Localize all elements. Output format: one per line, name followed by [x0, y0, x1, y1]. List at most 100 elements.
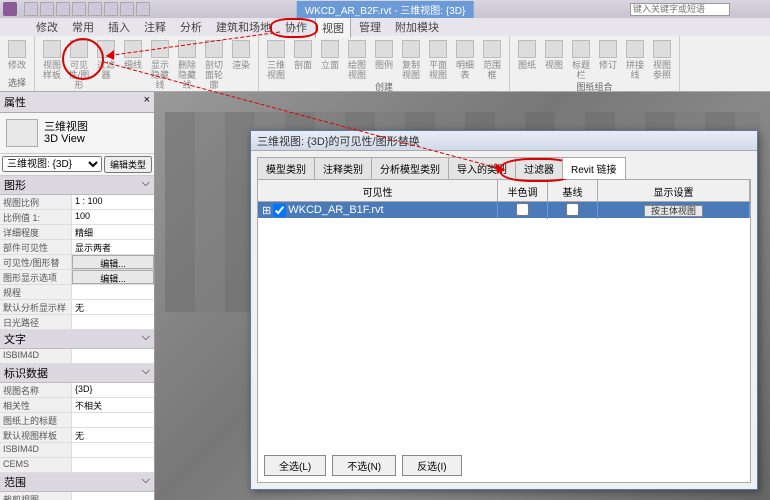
tab-建筑和场地[interactable]: 建筑和场地	[210, 17, 277, 37]
prop-row[interactable]: 裁剪视图	[0, 492, 154, 500]
ribbon-视图参照[interactable]: 视图参照	[649, 38, 675, 80]
dlg-tab-0[interactable]: 模型类别	[257, 157, 315, 179]
ribbon-group-title: 选择	[4, 76, 30, 89]
prop-row[interactable]: 比例值 1:100	[0, 210, 154, 225]
dlg-tab-3[interactable]: 导入的类别	[448, 157, 516, 179]
prop-row[interactable]: CEMS	[0, 458, 154, 473]
prop-row[interactable]: 默认分析显示样式无	[0, 300, 154, 315]
ribbon-标题栏[interactable]: 标题栏	[568, 38, 594, 80]
ribbon-图纸[interactable]: 图纸	[514, 38, 540, 80]
tab-附加模块[interactable]: 附加模块	[389, 17, 445, 37]
prop-row[interactable]: 可见性/图形替换编辑...	[0, 255, 154, 270]
tab-常用[interactable]: 常用	[66, 17, 100, 37]
dlg-tab-5[interactable]: Revit 链接	[562, 157, 626, 179]
prop-row[interactable]: 默认视图样板无	[0, 428, 154, 443]
ribbon-绘图视图[interactable]: 绘图视图	[344, 38, 370, 80]
ribbon-立面[interactable]: 立面	[317, 38, 343, 80]
qat-btn[interactable]	[40, 2, 54, 16]
ribbon-可见性/图形[interactable]: 可见性/图形	[66, 38, 92, 90]
prop-row[interactable]: 相关性不相关	[0, 398, 154, 413]
prop-row[interactable]: 图形显示选项编辑...	[0, 270, 154, 285]
window-title: WKCD_AR_B2F.rvt - 三维视图: {3D}	[297, 1, 474, 18]
view-sub-label: 3D View	[44, 133, 88, 145]
ribbon-剖面[interactable]: 剖面	[290, 38, 316, 80]
display-settings-button[interactable]: 按主体视图	[644, 205, 703, 217]
dialog-title: 三维视图: {3D}的可见性/图形替换	[251, 131, 757, 151]
tab-管理[interactable]: 管理	[353, 17, 387, 37]
prop-row[interactable]: 日光路径	[0, 315, 154, 330]
prop-section-图形[interactable]: 图形⌵	[0, 176, 154, 195]
prop-row[interactable]: 部件可见性显示两者	[0, 240, 154, 255]
prop-row[interactable]: 视图名称{3D}	[0, 383, 154, 398]
link-row[interactable]: ⊞ WKCD_AR_B1F.rvt 按主体视图	[258, 202, 750, 218]
qat-btn[interactable]	[56, 2, 70, 16]
prop-row[interactable]: 图纸上的标题	[0, 413, 154, 428]
col-underlay: 基线	[548, 180, 598, 201]
link-name: WKCD_AR_B1F.rvt	[288, 204, 383, 216]
dlg-tab-2[interactable]: 分析模型类别	[371, 157, 449, 179]
view-thumb-icon	[6, 119, 38, 147]
ribbon-细线[interactable]: 细线	[120, 38, 146, 90]
search-input[interactable]	[630, 3, 730, 16]
prop-section-文字[interactable]: 文字⌵	[0, 330, 154, 349]
tab-注释[interactable]: 注释	[138, 17, 172, 37]
prop-row[interactable]: ISBIM4D	[0, 443, 154, 458]
qat-btn[interactable]	[88, 2, 102, 16]
dlg-footer-btn[interactable]: 不选(N)	[332, 455, 396, 476]
ribbon-视图[interactable]: 视图	[541, 38, 567, 80]
ribbon-修订[interactable]: 修订	[595, 38, 621, 80]
tab-分析[interactable]: 分析	[174, 17, 208, 37]
ribbon-修改[interactable]: 修改	[4, 38, 30, 76]
ribbon-平面视图[interactable]: 平面视图	[425, 38, 451, 80]
instance-selector[interactable]: 三维视图: {3D}	[2, 156, 102, 172]
ribbon-范围框[interactable]: 范围框	[479, 38, 505, 80]
ribbon-明细表[interactable]: 明细表	[452, 38, 478, 80]
qat-btn[interactable]	[104, 2, 118, 16]
ribbon-渲染[interactable]: 渲染	[228, 38, 254, 90]
ribbon-图例[interactable]: 图例	[371, 38, 397, 80]
qat-btn[interactable]	[120, 2, 134, 16]
prop-row[interactable]: 视图比例1 : 100	[0, 195, 154, 210]
app-icon[interactable]	[3, 2, 17, 16]
tab-修改[interactable]: 修改	[30, 17, 64, 37]
ribbon-三维视图[interactable]: 三维视图	[263, 38, 289, 80]
tab-插入[interactable]: 插入	[102, 17, 136, 37]
underlay-checkbox[interactable]	[566, 203, 579, 216]
expand-icon[interactable]: ⊞	[262, 204, 271, 217]
dlg-footer-btn[interactable]: 反选(I)	[402, 455, 461, 476]
properties-title: 属性	[4, 94, 26, 110]
ribbon-tabs: 修改常用插入注释分析建筑和场地协作视图管理附加模块	[0, 18, 770, 36]
ribbon-拼接线[interactable]: 拼接线	[622, 38, 648, 80]
quick-access-toolbar	[24, 2, 150, 16]
halftone-checkbox[interactable]	[516, 203, 529, 216]
view-type-label: 三维视图	[44, 121, 88, 133]
prop-section-范围[interactable]: 范围⌵	[0, 473, 154, 492]
qat-btn[interactable]	[136, 2, 150, 16]
ribbon: 修改选择视图样板可见性/图形过滤器细线显示隐藏线删除隐藏线剖切面轮廓渲染图形三维…	[0, 36, 770, 92]
prop-row[interactable]: 规程	[0, 285, 154, 300]
ribbon-过滤器[interactable]: 过滤器	[93, 38, 119, 90]
edit-type-button[interactable]: 编辑类型	[104, 156, 152, 173]
link-visible-checkbox[interactable]	[273, 204, 286, 217]
col-visibility: 可见性	[258, 180, 498, 201]
qat-btn[interactable]	[24, 2, 38, 16]
qat-btn[interactable]	[72, 2, 86, 16]
prop-row[interactable]: 详细程度精细	[0, 225, 154, 240]
dlg-tab-4[interactable]: 过滤器	[515, 157, 563, 179]
ribbon-删除隐藏线[interactable]: 删除隐藏线	[174, 38, 200, 90]
visibility-graphics-dialog: 三维视图: {3D}的可见性/图形替换 模型类别注释类别分析模型类别导入的类别过…	[250, 130, 758, 490]
ribbon-显示隐藏线[interactable]: 显示隐藏线	[147, 38, 173, 90]
col-display: 显示设置	[598, 180, 750, 201]
col-halftone: 半色调	[498, 180, 548, 201]
ribbon-复制视图[interactable]: 复制视图	[398, 38, 424, 80]
close-icon[interactable]: ×	[144, 94, 150, 110]
tab-协作[interactable]: 协作	[279, 17, 313, 37]
prop-section-标识数据[interactable]: 标识数据⌵	[0, 364, 154, 383]
tab-视图[interactable]: 视图	[315, 17, 351, 38]
dlg-footer-btn[interactable]: 全选(L)	[264, 455, 326, 476]
ribbon-视图样板[interactable]: 视图样板	[39, 38, 65, 90]
dlg-tab-1[interactable]: 注释类别	[314, 157, 372, 179]
properties-panel: 属性 × 三维视图3D View 三维视图: {3D} 编辑类型 图形⌵视图比例1…	[0, 92, 155, 500]
ribbon-剖切面轮廓[interactable]: 剖切面轮廓	[201, 38, 227, 90]
prop-row[interactable]: ISBIM4D	[0, 349, 154, 364]
